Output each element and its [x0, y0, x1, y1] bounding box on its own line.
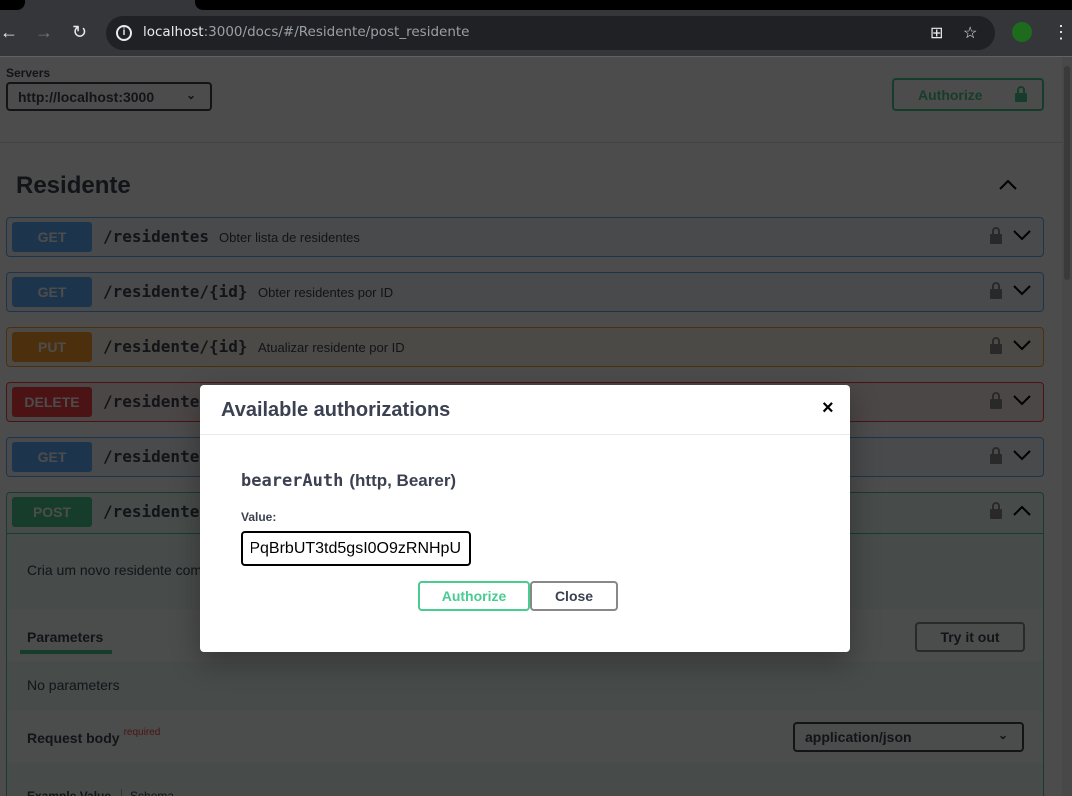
tab-strip: [0, 0, 1072, 10]
servers-select[interactable]: http://localhost:3000 ⌄: [6, 82, 212, 111]
content-type-value: application/json: [805, 729, 912, 745]
reload-icon[interactable]: ↻: [72, 22, 87, 42]
lock-icon[interactable]: [989, 281, 1003, 299]
address-bar[interactable]: i localhost:3000/docs/#/Residente/post_r…: [106, 16, 995, 50]
close-icon[interactable]: ×: [822, 397, 834, 420]
operation-get[interactable]: GET /residentes Obter lista de residente…: [6, 217, 1044, 257]
servers-label: Servers: [6, 66, 51, 80]
back-icon[interactable]: ←: [0, 22, 18, 42]
tab[interactable]: [0, 0, 25, 10]
method-badge: GET: [12, 222, 92, 252]
forward-icon[interactable]: →: [35, 22, 53, 42]
tab-underline: [20, 650, 112, 654]
operation-summary: Obter residentes por ID: [258, 285, 394, 300]
url-host: localhost: [143, 24, 204, 40]
tab[interactable]: [195, 0, 1072, 10]
required-badge: required: [123, 727, 161, 738]
operation-path: /residente/{id}: [103, 337, 248, 356]
lock-icon[interactable]: [989, 336, 1003, 354]
scheme-type: (http, Bearer): [349, 471, 457, 490]
method-badge: GET: [12, 277, 92, 307]
operation-put[interactable]: PUT /residente/{id} Atualizar residente …: [6, 327, 1044, 367]
servers-value: http://localhost:3000: [18, 89, 155, 105]
scheme-name: bearerAuth: [241, 471, 344, 491]
authorize-label: Authorize: [918, 87, 983, 103]
request-body-label: Request body required: [27, 727, 161, 746]
chevron-up-icon[interactable]: [998, 175, 1018, 195]
menu-icon[interactable]: ⋮: [1052, 22, 1070, 42]
tab-example-value[interactable]: Example Value: [27, 789, 111, 796]
url-text[interactable]: localhost:3000/docs/#/Residente/post_res…: [143, 24, 469, 40]
extension-icon[interactable]: [1012, 22, 1032, 42]
operation-path: /residente/{id}: [103, 282, 248, 301]
lock-icon[interactable]: [989, 226, 1003, 244]
no-parameters-text: No parameters: [27, 677, 120, 693]
auth-modal: Available authorizations × bearerAuth (ht…: [200, 385, 850, 652]
tab-parameters[interactable]: Parameters: [27, 629, 103, 645]
operation-path: /residentes: [103, 227, 209, 246]
operation-summary: Obter lista de residentes: [219, 230, 360, 245]
modal-header: Available authorizations ×: [200, 385, 850, 435]
scrollbar[interactable]: [1062, 57, 1072, 796]
auth-scheme: bearerAuth (http, Bearer): [241, 470, 456, 491]
modal-close-button[interactable]: Close: [530, 581, 618, 611]
method-badge: DELETE: [12, 387, 92, 417]
chevron-down-icon[interactable]: [1013, 448, 1031, 462]
content-type-select[interactable]: application/json ⌄: [793, 722, 1024, 752]
chevron-up-icon[interactable]: [1013, 503, 1031, 517]
chevron-down-icon[interactable]: [1013, 228, 1031, 242]
example-tabs: Example Value Schema: [27, 789, 175, 796]
tag-title[interactable]: Residente: [16, 172, 131, 200]
modal-authorize-button[interactable]: Authorize: [418, 581, 530, 611]
method-badge: POST: [12, 497, 92, 527]
method-badge: GET: [12, 442, 92, 472]
star-icon[interactable]: ☆: [963, 23, 977, 43]
method-badge: PUT: [12, 332, 92, 362]
request-body-text: Request body: [27, 730, 120, 746]
scrollbar-thumb[interactable]: [1064, 66, 1070, 280]
chevron-down-icon[interactable]: [1013, 338, 1031, 352]
modal-title: Available authorizations: [221, 399, 451, 421]
token-input[interactable]: [241, 531, 471, 566]
lock-icon[interactable]: [989, 446, 1003, 464]
divider: [0, 142, 1062, 143]
operation-path: /residente: [103, 502, 200, 521]
chevron-down-icon: ⌄: [185, 88, 196, 102]
operation-get[interactable]: GET /residente/{id} Obter residentes por…: [6, 272, 1044, 312]
browser-toolbar: ← → ↻ i localhost:3000/docs/#/Residente/…: [0, 10, 1072, 57]
operation-description: Cria um novo residente com: [27, 562, 203, 578]
lock-icon: [1015, 86, 1027, 102]
lock-icon[interactable]: [989, 391, 1003, 409]
operation-path: /residente: [103, 392, 200, 411]
url-path: :3000/docs/#/Residente/post_residente: [203, 24, 470, 40]
authorize-button[interactable]: Authorize: [892, 78, 1044, 111]
chevron-down-icon[interactable]: [1013, 283, 1031, 297]
lock-icon[interactable]: [989, 501, 1003, 519]
tab-schema[interactable]: Schema: [121, 789, 175, 796]
translate-icon[interactable]: ⊞: [930, 23, 943, 43]
chevron-down-icon[interactable]: [1013, 393, 1031, 407]
try-it-out-button[interactable]: Try it out: [915, 622, 1025, 652]
chevron-down-icon: ⌄: [997, 728, 1008, 742]
operation-summary: Atualizar residente por ID: [258, 340, 405, 355]
operation-path: /residente: [103, 447, 200, 466]
info-icon[interactable]: i: [116, 25, 132, 41]
value-label: Value:: [241, 510, 277, 524]
